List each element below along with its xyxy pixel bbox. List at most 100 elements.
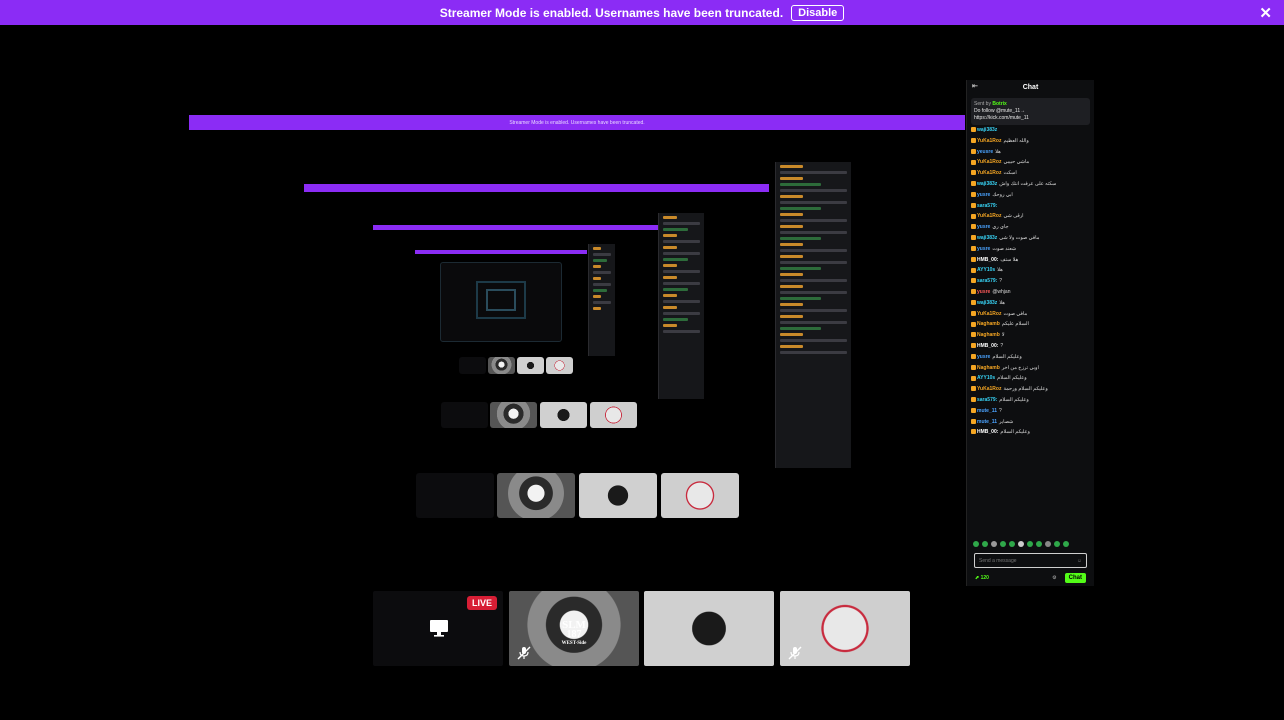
chat-username[interactable]: waji383z [977,300,997,306]
chat-username[interactable]: YuKa1Roz [977,138,1001,144]
chat-username[interactable]: yusre [977,354,990,360]
chat-username[interactable]: YuKa1Roz [977,159,1001,165]
mirror2-tile-screen [441,402,488,428]
send-chat-button[interactable]: Chat [1064,573,1086,583]
chat-username[interactable]: YuKa1Roz [977,386,1001,392]
emote-icon[interactable] [1054,541,1060,547]
chat-username[interactable]: YuKa1Roz [977,311,1001,317]
chat-username[interactable]: YuKa1Roz [977,213,1001,219]
chat-username[interactable]: Naghamb [977,332,1000,338]
mirror2-tile-3 [590,402,637,428]
chat-message: YuKa1Roz والله العظيم [971,138,1090,144]
chat-username[interactable]: yeusre [977,149,993,155]
disable-streamer-mode-button[interactable]: Disable [791,4,845,21]
streamer-mode-banner: Streamer Mode is enabled. Usernames have… [0,0,1284,25]
emote-icon[interactable] [973,541,979,547]
chat-message-input[interactable]: Send a message ☺ [974,553,1087,568]
badge-icon [971,429,976,435]
monitor-icon [430,620,448,637]
chat-username[interactable]: mute_11 [977,408,997,414]
emote-icon[interactable] [991,541,997,547]
mirror3-tile-screen [459,357,486,374]
chat-message: yusre وعليكم السلام [971,354,1090,360]
badge-icon [971,343,976,349]
chat-text: ? [999,407,1002,414]
chat-message: AYY10s وعليكم السلام [971,375,1090,381]
emote-icon[interactable] [1018,541,1024,547]
emote-icon[interactable] [1027,541,1033,547]
chat-text: وعليكم السلام [999,396,1029,403]
chat-username[interactable]: YuKa1Roz [977,170,1001,176]
chat-username[interactable]: sara579: [977,278,997,284]
mirror-banner-2 [304,184,769,192]
badge-icon [971,191,976,197]
chat-username[interactable]: yusre [977,192,990,198]
badge-icon [971,375,976,381]
collapse-chat-icon[interactable]: ⇤ [972,82,978,90]
chat-text: اوبي ترزح من آخر [1001,364,1039,371]
mirror2-tile-1 [490,402,537,428]
chat-username[interactable]: HMB_00: [977,343,998,349]
chat-title: Chat [1022,83,1039,91]
channel-points[interactable]: ⬈ 120 [975,575,989,581]
mirror3-tile-2 [517,357,544,374]
chat-username[interactable]: sara579: [977,397,997,403]
chat-message: yusre ابي روحك [971,192,1090,198]
chat-username[interactable]: waji383z [977,235,997,241]
banner-message: Streamer Mode is enabled. Usernames have… [439,5,784,20]
screen-share-tile[interactable]: LIVE [373,591,503,666]
participant-tile-3[interactable] [780,591,910,666]
chat-username[interactable]: HMB_00: [977,257,998,263]
chat-text: ماشي حبيبي [1003,159,1030,166]
chat-message: mute_11? [971,408,1090,414]
badge-icon [971,235,976,241]
participant-tile-2[interactable] [644,591,774,666]
chat-text: جاي ري [992,224,1009,231]
chat-username[interactable]: sara579: [977,203,997,209]
badge-icon [971,224,976,230]
badge-icon [971,159,976,165]
chat-text: هلا [997,267,1003,274]
chat-message: waji383z [971,127,1090,133]
chat-username[interactable]: mute_11 [977,419,997,425]
chat-message: waji383z هلا [971,300,1090,306]
chat-username[interactable]: AYY10s [977,375,995,381]
emote-icon[interactable] [1036,541,1042,547]
chat-username[interactable]: yusre [977,289,990,295]
emoji-picker-icon[interactable]: ☺ [1077,558,1082,564]
chat-message: YuKa1Roz وعليكم السلام ورحمة [971,386,1090,392]
badge-icon [971,256,976,262]
participant-tile-1[interactable]: SLM 187 WEST-Side [509,591,639,666]
mirror-tile-1 [497,473,575,518]
badge-icon [971,170,976,176]
chat-username[interactable]: Naghamb [977,321,1000,327]
chat-message: mute_11 شصاير [971,419,1090,425]
chat-panel: ⇤ Chat Sent by Botrix Do follow @mute_11… [966,80,1094,586]
close-icon[interactable]: ✕ [1259,4,1272,22]
chat-username[interactable]: waji383z [977,181,997,187]
emote-icon[interactable] [1009,541,1015,547]
chat-text: والله العظيم [1003,137,1029,144]
emote-icon[interactable] [1000,541,1006,547]
emote-icon[interactable] [982,541,988,547]
chat-username[interactable]: Naghamb [977,365,1000,371]
avatar-caption-2: 187 [566,629,582,640]
badge-icon [971,364,976,370]
gear-icon[interactable]: ⚙ [1052,575,1056,581]
chat-username[interactable]: AYY10s [977,267,995,273]
mirror-tile-2 [579,473,657,518]
mirror-banner: Streamer Mode is enabled. Usernames have… [189,115,965,130]
emote-icon[interactable] [1063,541,1069,547]
chat-text: شعند صوت [992,245,1017,252]
chat-username[interactable]: yusre [977,224,990,230]
chat-message: Naghamb السلام عليكم [971,321,1090,327]
chat-message: Naghamb لا [971,332,1090,338]
badge-icon [971,127,976,133]
emote-icon[interactable] [1045,541,1051,547]
chat-text: وعليكم السلام [1000,429,1030,436]
pinned-message[interactable]: Sent by Botrix Do follow @mute_11→ https… [971,98,1090,125]
chat-username[interactable]: waji383z [977,127,997,133]
chat-username[interactable]: yusre [977,246,990,252]
chat-message: YuKa1Roz ماشي حبيبي [971,159,1090,165]
chat-username[interactable]: HMB_00: [977,429,998,435]
